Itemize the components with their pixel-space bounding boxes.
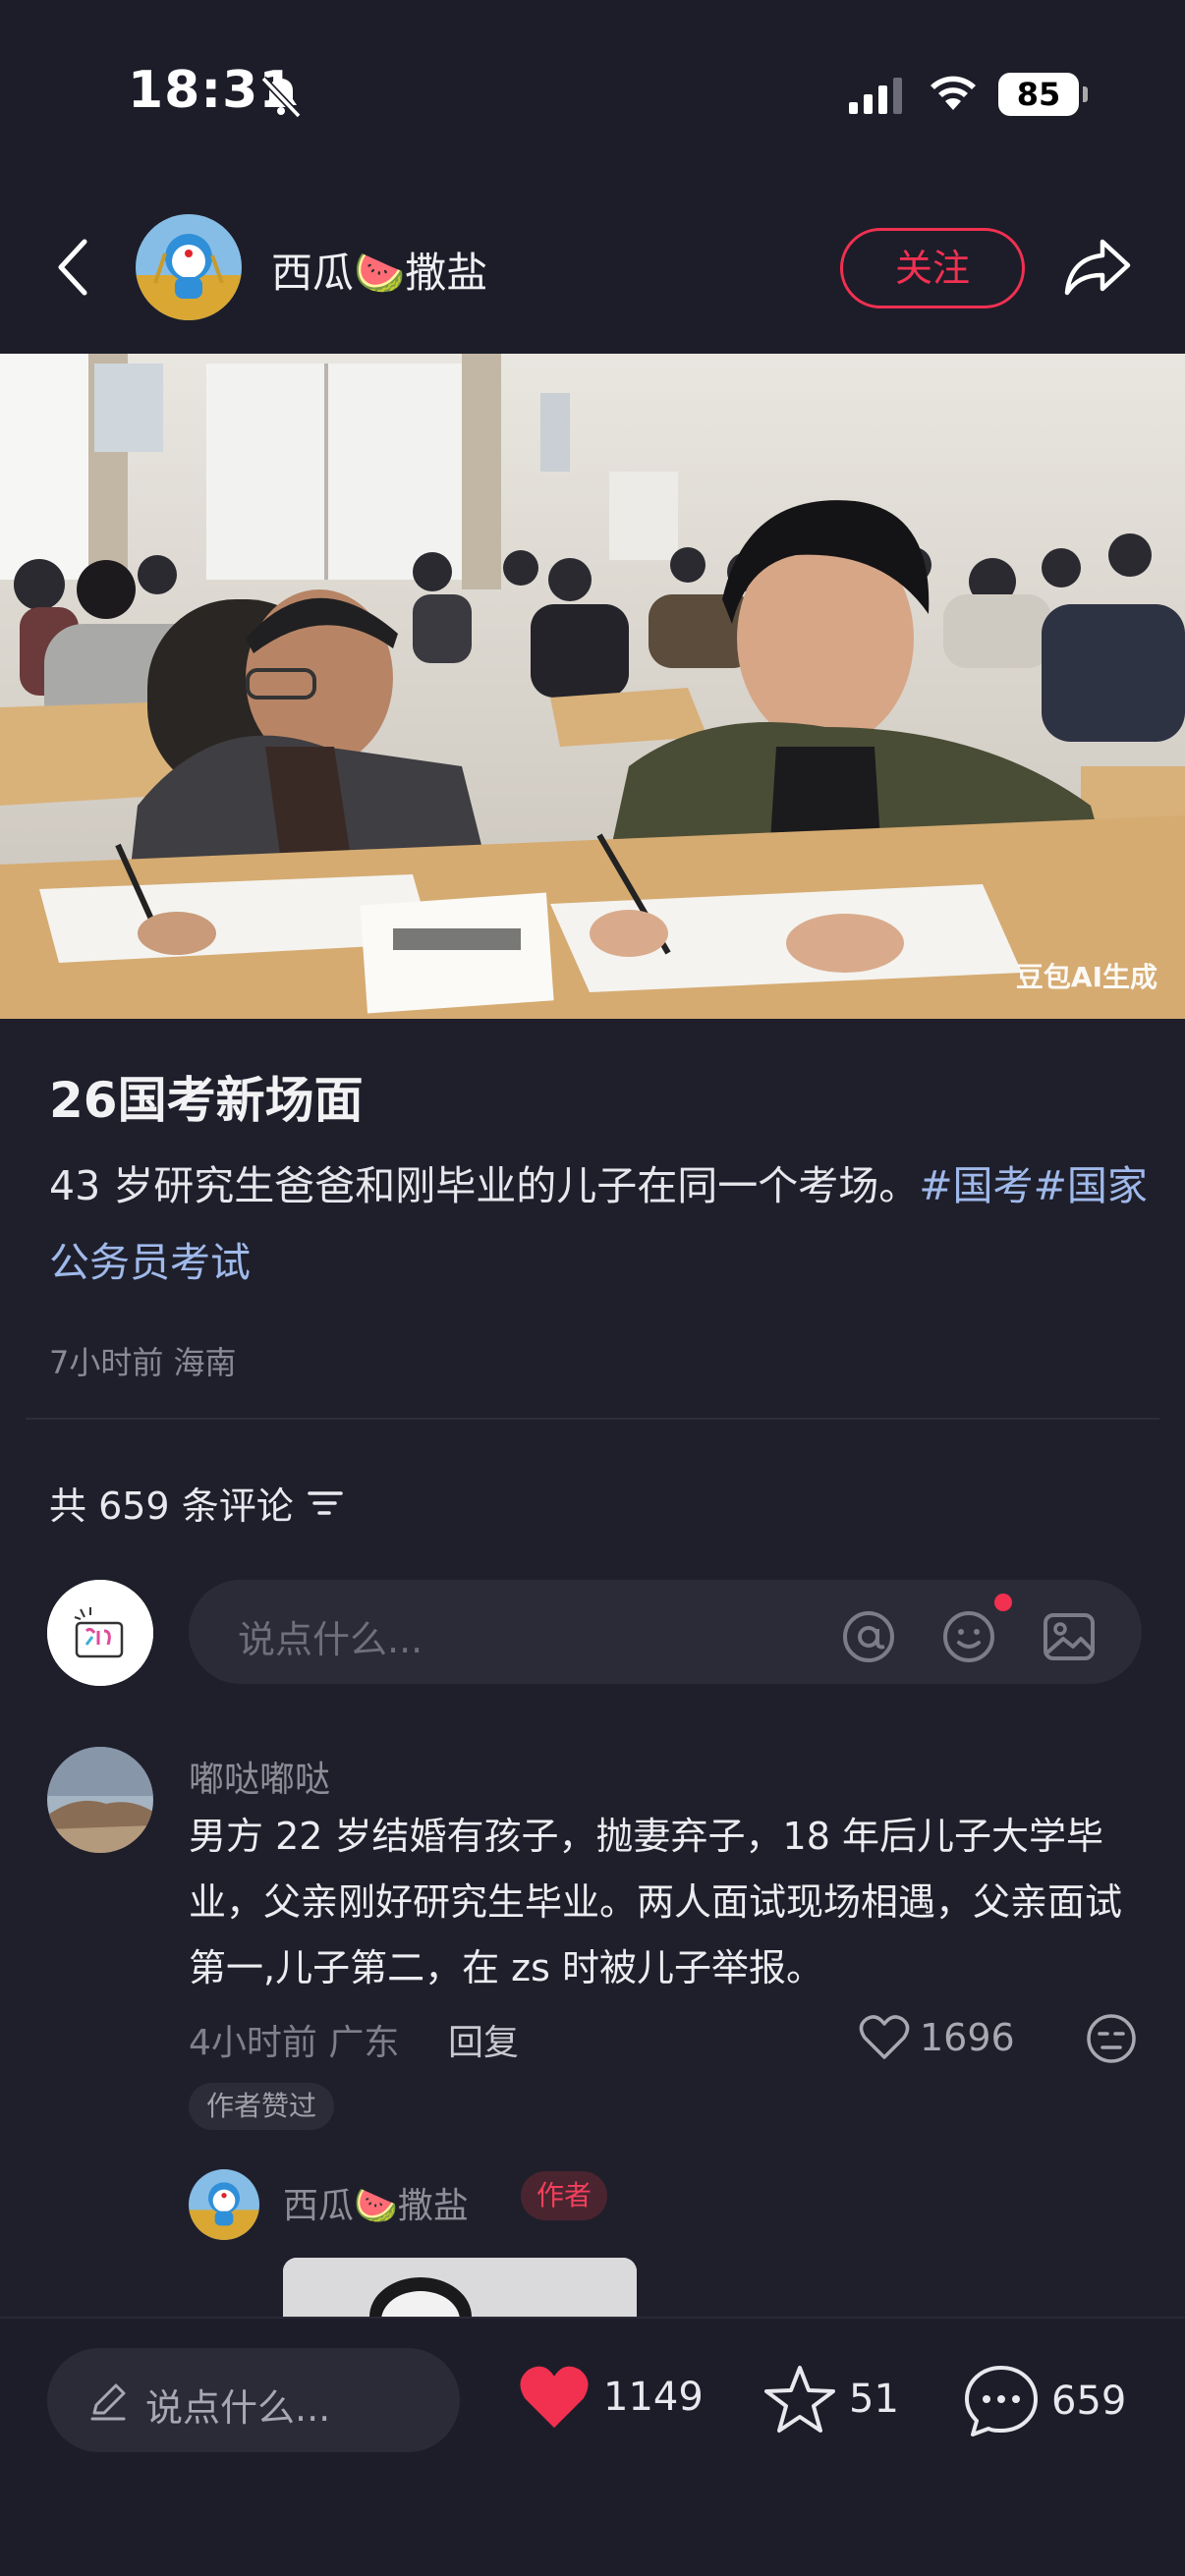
reply-button[interactable]: 回复 xyxy=(448,2014,519,2065)
comments-header[interactable]: 共 659 条评论 xyxy=(49,1476,343,1530)
back-arrow-icon[interactable] xyxy=(53,236,92,299)
comment-input[interactable]: 说点什么... xyxy=(189,1580,1142,1684)
status-bar: 18:31 85 xyxy=(0,0,1185,187)
like-button[interactable]: 1149 xyxy=(517,2364,704,2431)
reply-author-avatar[interactable] xyxy=(189,2169,259,2240)
reply-image[interactable] xyxy=(283,2258,637,2317)
wifi-icon xyxy=(931,76,976,110)
comment-input-placeholder: 说点什么... xyxy=(238,1618,423,1661)
commenter-avatar[interactable] xyxy=(47,1747,153,1853)
comment-count-label: 共 659 条评论 xyxy=(49,1484,294,1528)
comment-text: 男方 22 岁结婚有孩子，抛妻弃子，18 年后儿子大学毕业，父亲刚好研究生毕业。… xyxy=(189,1815,1123,1989)
bottom-comment-input[interactable]: 说点什么... xyxy=(47,2348,460,2452)
comment-button[interactable]: 659 xyxy=(963,2364,1126,2438)
emoji-icon[interactable] xyxy=(941,1609,996,1664)
post-meta: 7小时前 海南 xyxy=(49,1344,237,1381)
share-icon[interactable] xyxy=(1063,236,1132,299)
bottom-action-bar: 说点什么... 1149 51 659 xyxy=(0,2317,1185,2576)
silent-bell-icon xyxy=(260,76,302,119)
comment-like-button[interactable]: 1696 xyxy=(859,2014,1015,2061)
star-outline-icon xyxy=(764,2366,835,2433)
author-badge: 作者 xyxy=(521,2171,608,2220)
author-avatar[interactable] xyxy=(136,214,242,320)
hashtag-link[interactable]: #国考 xyxy=(919,1162,1033,1209)
battery-indicator: 85 xyxy=(998,73,1088,116)
divider xyxy=(26,1418,1159,1420)
like-count: 1149 xyxy=(603,2375,704,2420)
comment-meta: 4小时前 广东 xyxy=(189,2023,400,2063)
reply-author-name[interactable]: 西瓜🍉撒盐 xyxy=(283,2177,469,2228)
commenter-name[interactable]: 嘟哒嘟哒 xyxy=(189,1751,330,1802)
follow-button[interactable]: 关注 xyxy=(840,228,1025,308)
post-text-body: 43 岁研究生爸爸和刚毕业的儿子在同一个考场。 xyxy=(49,1162,920,1209)
heart-outline-icon xyxy=(859,2015,910,2059)
post-description: 43 岁研究生爸爸和刚毕业的儿子在同一个考场。#国考#国家公务员考试 xyxy=(49,1148,1150,1301)
comment-like-count: 1696 xyxy=(920,2016,1015,2059)
dislike-face-icon[interactable] xyxy=(1085,2012,1138,2065)
favorite-button[interactable]: 51 xyxy=(762,2364,899,2435)
ai-watermark: 豆包AI生成 xyxy=(1015,961,1157,993)
sort-filter-icon[interactable] xyxy=(307,1488,343,1518)
heart-filled-icon xyxy=(520,2366,589,2429)
author-liked-badge: 作者赞过 xyxy=(189,2083,335,2130)
mention-icon[interactable] xyxy=(841,1609,896,1664)
post-title: 26国考新场面 xyxy=(49,1072,364,1129)
bottom-input-placeholder: 说点什么... xyxy=(145,2386,331,2430)
author-name[interactable]: 西瓜🍉撒盐 xyxy=(271,240,487,300)
comment-count: 659 xyxy=(1051,2379,1127,2424)
pencil-icon xyxy=(90,2383,126,2421)
post-image[interactable]: 豆包AI生成 xyxy=(0,354,1185,1019)
post-header: 西瓜🍉撒盐 关注 xyxy=(0,187,1185,354)
notification-dot xyxy=(994,1594,1012,1611)
cellular-signal-icon xyxy=(849,78,902,114)
speech-bubble-icon xyxy=(965,2366,1038,2436)
favorite-count: 51 xyxy=(849,2377,899,2422)
image-picker-icon[interactable] xyxy=(1042,1609,1097,1664)
my-avatar[interactable] xyxy=(47,1580,153,1686)
